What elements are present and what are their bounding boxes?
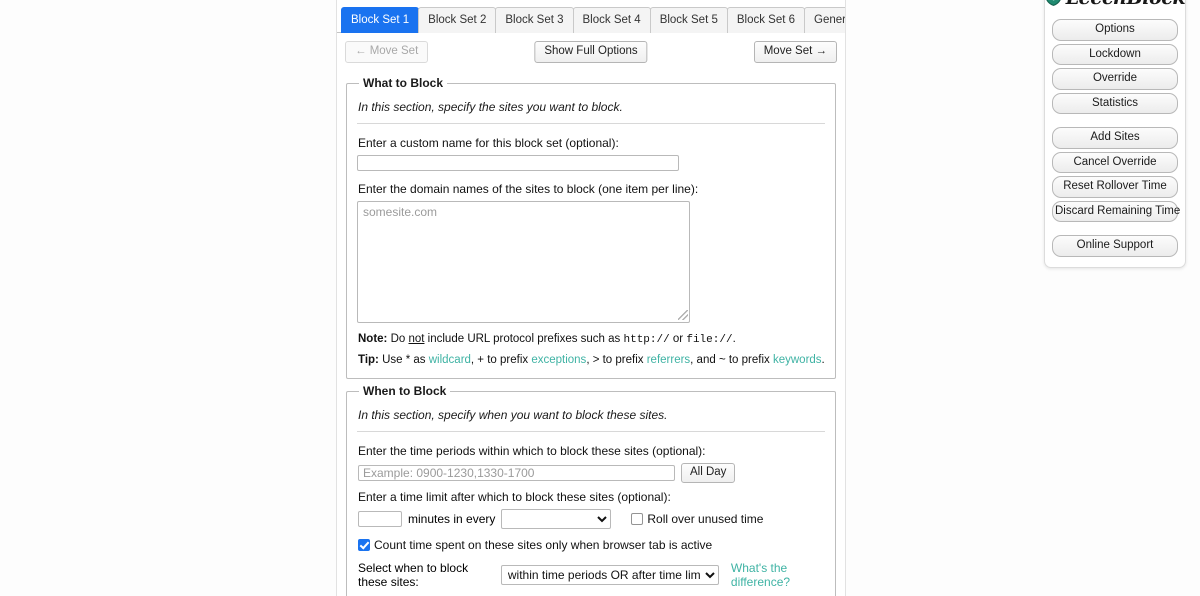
panel-spacer [1052, 225, 1178, 235]
tab-block-set-6[interactable]: Block Set 6 [726, 6, 806, 33]
page-root: Block Set 1 Block Set 2 Block Set 3 Bloc… [0, 0, 1200, 596]
options-button[interactable]: Options [1052, 19, 1178, 41]
tab-block-set-4[interactable]: Block Set 4 [572, 6, 651, 33]
tip-text-a: Use * as [378, 354, 429, 366]
exceptions-link[interactable]: exceptions [531, 354, 586, 366]
protocol-prefix-note: Note: Do not include URL protocol prefix… [358, 333, 825, 346]
count-active-row: Count time spent on these sites only whe… [358, 538, 825, 552]
tab-block-set-2[interactable]: Block Set 2 [418, 6, 497, 33]
note-http-example: http:// [623, 334, 670, 346]
wildcard-link[interactable]: wildcard [429, 354, 471, 366]
block-set-tabbar: Block Set 1 Block Set 2 Block Set 3 Bloc… [337, 0, 845, 33]
block-set-name-input[interactable] [357, 155, 679, 171]
add-sites-button[interactable]: Add Sites [1052, 127, 1178, 149]
override-button[interactable]: Override [1052, 68, 1178, 90]
note-text-or: or [669, 333, 687, 345]
roll-over-unused-time-checkbox[interactable] [631, 512, 644, 525]
time-limit-minutes-input[interactable] [358, 510, 402, 527]
when-to-block-legend: When to Block [363, 384, 447, 398]
count-active-tab-checkbox[interactable] [358, 538, 370, 551]
what-to-block-intro: In this section, specify the sites you w… [358, 100, 623, 114]
discard-remaining-time-button[interactable]: Discard Remaining Time [1052, 200, 1180, 222]
block-set-name-label: Enter a custom name for this block set (… [358, 136, 619, 150]
cancel-override-button[interactable]: Cancel Override [1052, 151, 1178, 173]
whats-the-difference-link[interactable]: What's the difference? [731, 561, 825, 589]
brand-name: LeechBlock [1066, 0, 1186, 9]
referrers-link[interactable]: referrers [647, 354, 690, 366]
what-to-block-legend: What to Block [363, 76, 443, 90]
domain-names-textarea[interactable] [357, 201, 690, 323]
when-to-block-section: When to Block In this section, specify w… [346, 384, 836, 596]
time-periods-label: Enter the time periods within which to b… [358, 444, 706, 458]
show-full-options-button[interactable]: Show Full Options [534, 41, 648, 63]
tab-block-set-3[interactable]: Block Set 3 [495, 6, 574, 33]
tip-text-end: . [821, 354, 825, 366]
lockdown-button[interactable]: Lockdown [1052, 43, 1178, 65]
keywords-link[interactable]: keywords [773, 354, 822, 366]
move-set-next-button[interactable]: Move Set → [753, 41, 837, 63]
tip-text-c: , > to prefix [586, 354, 647, 366]
domain-names-wrapper [357, 201, 690, 323]
note-text-a: Do [387, 333, 409, 345]
minutes-in-every-label: minutes in every [408, 511, 496, 526]
note-emphasis: not [408, 333, 425, 345]
prefix-syntax-tip: Tip: Use * as wildcard, + to prefix exce… [358, 354, 825, 366]
move-set-prev-button[interactable]: ← Move Set [345, 41, 429, 63]
leech-shield-icon [1045, 0, 1062, 9]
what-to-block-section: What to Block In this section, specify t… [346, 76, 836, 379]
note-text-end: . [732, 333, 736, 345]
move-set-toolbar: ← Move Set Show Full Options Move Set → [337, 41, 845, 71]
tip-label: Tip: [358, 354, 379, 366]
domain-names-label: Enter the domain names of the sites to b… [358, 182, 699, 196]
all-day-button[interactable]: All Day [681, 463, 736, 483]
leechblock-popup-panel: LeechBlock Options Lockdown Override Sta… [1044, 0, 1186, 268]
panel-spacer [1052, 117, 1178, 127]
time-limit-label: Enter a time limit after which to block … [358, 489, 671, 504]
count-active-tab-label[interactable]: Count time spent on these sites only whe… [374, 538, 712, 552]
statistics-button[interactable]: Statistics [1052, 92, 1178, 114]
divider [357, 123, 825, 124]
select-when-row: Select when to block these sites: within… [358, 561, 825, 589]
roll-over-unused-time-label[interactable]: Roll over unused time [647, 512, 763, 526]
time-periods-row: All Day [358, 463, 825, 483]
when-to-block-intro: In this section, specify when you want t… [358, 408, 668, 422]
time-periods-input[interactable] [358, 464, 675, 481]
online-support-button[interactable]: Online Support [1052, 235, 1178, 257]
time-limit-row: minutes in every Roll over unused time [358, 508, 825, 529]
tip-text-d: , and ~ to prefix [690, 354, 773, 366]
reset-rollover-time-button[interactable]: Reset Rollover Time [1052, 176, 1178, 198]
divider [357, 431, 825, 432]
note-file-example: file:// [686, 334, 733, 346]
tab-block-set-5[interactable]: Block Set 5 [649, 6, 728, 33]
note-label: Note: [358, 333, 388, 345]
time-limit-period-select[interactable] [501, 508, 612, 529]
select-when-label: Select when to block these sites: [358, 560, 469, 589]
note-text-b: include URL protocol prefixes such as [424, 333, 624, 345]
options-pane: Block Set 1 Block Set 2 Block Set 3 Bloc… [336, 0, 846, 596]
block-condition-select[interactable]: within time periods OR after time limit [500, 564, 719, 585]
tip-text-b: , + to prefix [470, 354, 532, 366]
tab-block-set-1[interactable]: Block Set 1 [341, 6, 420, 33]
tab-general[interactable]: General [804, 6, 845, 33]
brand-header: LeechBlock [1046, 0, 1186, 13]
